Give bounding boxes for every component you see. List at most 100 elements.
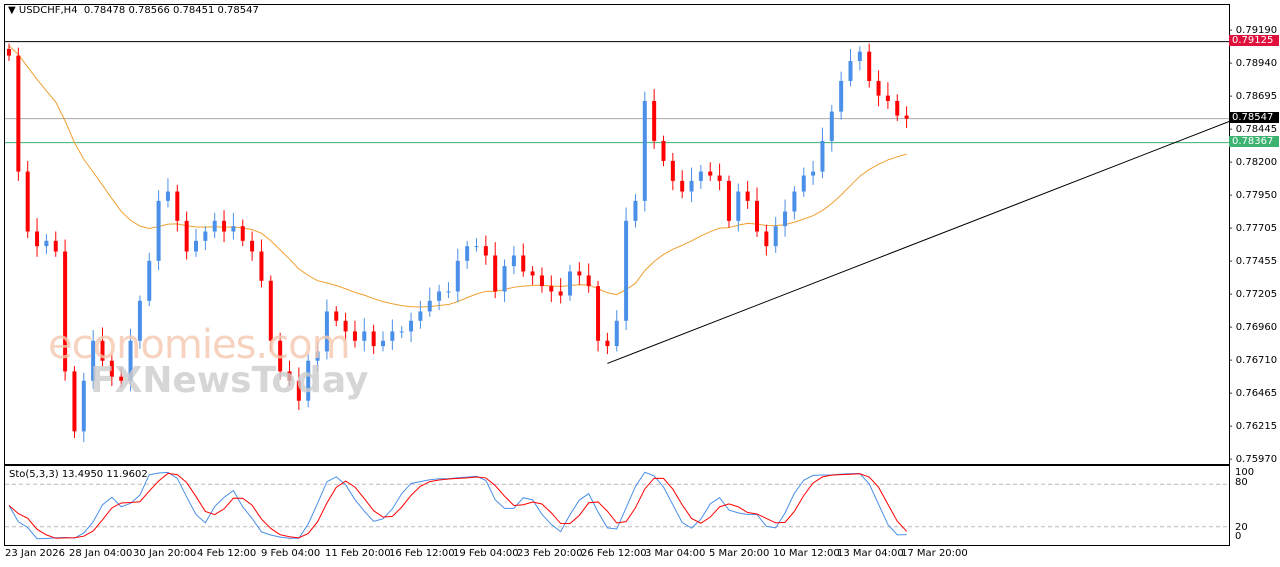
candle bbox=[427, 300, 432, 312]
candle bbox=[437, 291, 442, 301]
price-tag: 0.79125 bbox=[1229, 34, 1279, 46]
candle bbox=[25, 171, 30, 232]
candle bbox=[156, 200, 161, 261]
candle bbox=[399, 331, 404, 333]
candle bbox=[16, 55, 21, 172]
price-tick: - 0.78445 bbox=[1229, 124, 1278, 136]
candle bbox=[764, 231, 769, 247]
candle bbox=[558, 291, 563, 296]
time-tick: 17 Mar 20:00 bbox=[901, 548, 968, 559]
price-tick: - 0.77205 bbox=[1229, 289, 1278, 301]
candle bbox=[652, 100, 657, 141]
candle bbox=[465, 246, 470, 261]
candle bbox=[689, 180, 694, 192]
candle bbox=[801, 175, 806, 192]
candle bbox=[390, 331, 395, 341]
symbol-label: USDCHF,H4 bbox=[18, 5, 78, 16]
candle bbox=[250, 240, 255, 252]
candle bbox=[493, 255, 498, 292]
candle bbox=[867, 51, 872, 81]
candle bbox=[511, 255, 516, 267]
candle bbox=[539, 275, 544, 287]
candle bbox=[755, 200, 759, 232]
candle bbox=[53, 240, 58, 252]
price-tick: - 0.76960 bbox=[1229, 322, 1278, 334]
candle bbox=[72, 371, 77, 432]
time-tick: 4 Feb 12:00 bbox=[197, 548, 257, 559]
candle bbox=[371, 331, 376, 347]
candle bbox=[745, 191, 750, 201]
time-tick: 5 Mar 20:00 bbox=[709, 548, 770, 559]
stochastic-d-line bbox=[8, 472, 907, 539]
candle bbox=[231, 226, 236, 232]
candle bbox=[165, 191, 170, 201]
candle bbox=[904, 115, 909, 119]
candle bbox=[334, 311, 339, 321]
price-tick: - 0.78200 bbox=[1229, 156, 1278, 168]
candle bbox=[568, 271, 572, 296]
candle bbox=[839, 80, 844, 112]
candle bbox=[736, 191, 741, 221]
candle bbox=[175, 191, 180, 221]
candle bbox=[792, 191, 797, 212]
time-tick: 11 Feb 20:00 bbox=[325, 548, 391, 559]
time-tick: 16 Feb 12:00 bbox=[389, 548, 455, 559]
price-tick: - 0.77455 bbox=[1229, 256, 1278, 268]
candle bbox=[81, 380, 86, 432]
stochastic-pane[interactable] bbox=[4, 465, 1230, 546]
sto-level-0: 0 bbox=[1235, 531, 1242, 542]
candle bbox=[614, 320, 619, 347]
chart-header: ▼ USDCHF,H4 0.78478 0.78566 0.78451 0.78… bbox=[8, 5, 259, 16]
candle bbox=[885, 95, 890, 101]
candle bbox=[661, 140, 666, 161]
candle bbox=[446, 291, 451, 293]
candle bbox=[362, 331, 367, 341]
price-tick: - 0.76465 bbox=[1229, 388, 1278, 400]
candle bbox=[240, 226, 245, 241]
candle bbox=[848, 60, 853, 81]
price-tag: 0.78367 bbox=[1229, 135, 1279, 147]
candle bbox=[670, 160, 675, 181]
candle bbox=[409, 320, 414, 332]
candle bbox=[259, 251, 264, 281]
time-tick: 13 Mar 04:00 bbox=[837, 548, 904, 559]
candle bbox=[7, 48, 11, 56]
candle bbox=[212, 220, 217, 232]
candle bbox=[530, 271, 535, 276]
candle bbox=[857, 51, 862, 61]
price-tick: - 0.77705 bbox=[1229, 222, 1278, 234]
candle bbox=[44, 240, 49, 247]
candle bbox=[549, 286, 554, 292]
time-tick: 26 Feb 12:00 bbox=[581, 548, 647, 559]
price-tick: - 0.76215 bbox=[1229, 421, 1278, 433]
trend-line bbox=[607, 121, 1229, 364]
candle bbox=[717, 175, 722, 181]
candle bbox=[811, 171, 816, 176]
candle bbox=[418, 311, 423, 321]
time-tick: 23 Feb 20:00 bbox=[517, 548, 583, 559]
candle bbox=[624, 220, 629, 321]
time-tick: 19 Feb 04:00 bbox=[453, 548, 519, 559]
candle bbox=[483, 246, 488, 256]
time-tick: 9 Feb 04:00 bbox=[261, 548, 321, 559]
stochastic-label: Sto(5,3,3) 13.4950 11.9602 bbox=[9, 469, 148, 480]
dropdown-icon[interactable]: ▼ bbox=[8, 5, 19, 16]
ohlc-values: 0.78478 0.78566 0.78451 0.78547 bbox=[83, 5, 259, 16]
time-tick: 10 Mar 12:00 bbox=[773, 548, 840, 559]
candle bbox=[203, 231, 208, 241]
candle bbox=[820, 140, 825, 172]
candle bbox=[680, 180, 685, 192]
time-tick: 30 Jan 20:00 bbox=[133, 548, 197, 559]
price-tick: - 0.75970 bbox=[1229, 454, 1278, 465]
candle bbox=[577, 271, 582, 276]
price-tick: - 0.78695 bbox=[1229, 90, 1278, 102]
time-tick: 23 Jan 2026 bbox=[5, 548, 65, 559]
candle bbox=[895, 100, 900, 116]
candle bbox=[876, 80, 881, 96]
time-tick: 3 Mar 04:00 bbox=[645, 548, 706, 559]
candle bbox=[455, 260, 460, 292]
price-tick: - 0.76710 bbox=[1229, 355, 1278, 367]
candle bbox=[596, 286, 601, 341]
candle bbox=[605, 340, 610, 347]
watermark-fxnewstoday: FXNewsToday bbox=[90, 360, 369, 401]
